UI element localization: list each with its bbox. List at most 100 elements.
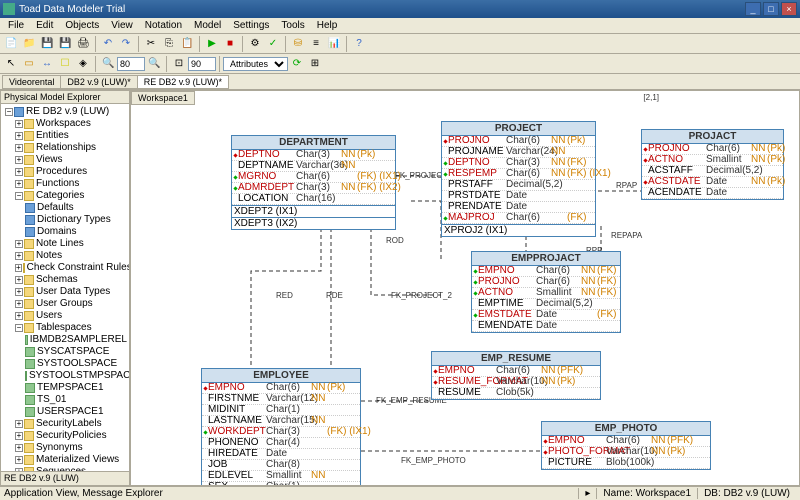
pointer-icon[interactable]: ↖ <box>4 57 18 71</box>
model-tabs: VideorentalDB2 v.9 (LUW)*RE DB2 v.9 (LUW… <box>0 74 800 90</box>
tree-item[interactable]: USERSPACE1 <box>3 406 127 418</box>
rel-rde: RDE <box>326 291 343 300</box>
tree-root[interactable]: −RE DB2 v.9 (LUW) <box>3 106 127 118</box>
maximize-button[interactable]: □ <box>763 2 779 16</box>
display-combo[interactable]: Attributes <box>223 57 288 71</box>
menu-notation[interactable]: Notation <box>139 19 188 32</box>
status-db: DB: DB2 v.9 (LUW) <box>697 488 796 499</box>
entity-emp-photo[interactable]: EMP_PHOTOEMPNOChar(6)NN(PFK)PHOTO_FORMAT… <box>541 421 711 470</box>
titlebar: Toad Data Modeler Trial _ □ × <box>0 0 800 18</box>
save-icon[interactable]: 💾 <box>40 37 54 51</box>
tree-item[interactable]: +Procedures <box>3 166 127 178</box>
tree-item[interactable]: Domains <box>3 226 127 238</box>
tree-item[interactable]: +SecurityPolicies <box>3 430 127 442</box>
tree-item[interactable]: +Entities <box>3 130 127 142</box>
tree-item[interactable]: +Functions <box>3 178 127 190</box>
saveall-icon[interactable]: 💾 <box>58 37 72 51</box>
status-left: Application View, Message Explorer <box>4 488 163 499</box>
paste-icon[interactable]: 📋 <box>180 37 194 51</box>
tree-body[interactable]: −RE DB2 v.9 (LUW)+Workspaces+Entities+Re… <box>1 104 129 471</box>
tree-panel: Physical Model Explorer −RE DB2 v.9 (LUW… <box>0 90 130 486</box>
rel-red: RED <box>276 291 293 300</box>
entity-project[interactable]: PROJECTPROJNOChar(6)NN(Pk)PROJNAMEVarcha… <box>441 121 596 237</box>
print-icon[interactable]: 🖨 <box>76 37 90 51</box>
tree-item[interactable]: IBMDB2SAMPLEREL <box>3 334 127 346</box>
view-icon[interactable]: ◈ <box>76 57 90 71</box>
zoomin-icon[interactable]: 🔍 <box>147 57 161 71</box>
expand-icon[interactable]: ⊞ <box>308 57 322 71</box>
model-tab[interactable]: Videorental <box>2 75 61 89</box>
entity-column: PICTUREBlob(100k) <box>542 458 710 469</box>
entity-department[interactable]: DEPARTMENTDEPTNOChar(3)NN(Pk)DEPTNAMEVar… <box>231 135 396 230</box>
menu-tools[interactable]: Tools <box>275 19 310 32</box>
menu-help[interactable]: Help <box>311 19 344 32</box>
zoomout-icon[interactable]: 🔍 <box>101 57 115 71</box>
menu-edit[interactable]: Edit <box>30 19 59 32</box>
check-icon[interactable]: ✓ <box>266 37 280 51</box>
entity-projact[interactable]: PROJACTPROJNOChar(6)NN(Pk)ACTNOSmallintN… <box>641 129 784 200</box>
tree-item[interactable]: +Check Constraint Rules <box>3 262 127 274</box>
script-icon[interactable]: ≡ <box>309 37 323 51</box>
tree-item[interactable]: TS_01 <box>3 394 127 406</box>
tree-item[interactable]: +Schemas <box>3 274 127 286</box>
note-icon[interactable]: ☐ <box>58 57 72 71</box>
tree-item[interactable]: +Synonyms <box>3 442 127 454</box>
tree-item[interactable]: Defaults <box>3 202 127 214</box>
tree-item[interactable]: +Relationships <box>3 142 127 154</box>
report-icon[interactable]: 📊 <box>327 37 341 51</box>
tree-item[interactable]: SYSTOOLSPACE <box>3 358 127 370</box>
tree-item[interactable]: +User Data Types <box>3 286 127 298</box>
gear-icon[interactable]: ⚙ <box>248 37 262 51</box>
tree-item[interactable]: SYSTOOLSTMPSPACE <box>3 370 127 382</box>
tree-item[interactable]: +SecurityLabels <box>3 418 127 430</box>
tree-bottom-tab[interactable]: RE DB2 v.9 (LUW) <box>1 471 129 485</box>
db-icon[interactable]: ⛁ <box>291 37 305 51</box>
tree-item[interactable]: +User Groups <box>3 298 127 310</box>
close-button[interactable]: × <box>781 2 797 16</box>
entity-column: ACENDATEDate <box>642 188 783 199</box>
tree-item[interactable]: +Notes <box>3 250 127 262</box>
menu-view[interactable]: View <box>105 19 139 32</box>
fit-icon[interactable]: ⊡ <box>172 57 186 71</box>
tree-item[interactable]: +Workspaces <box>3 118 127 130</box>
workspace-tab[interactable]: Workspace1 <box>131 91 195 105</box>
redo-icon[interactable]: ↷ <box>119 37 133 51</box>
tree-item[interactable]: +Note Lines <box>3 238 127 250</box>
model-tab[interactable]: RE DB2 v.9 (LUW)* <box>137 75 229 89</box>
tree-item[interactable]: SYSCATSPACE <box>3 346 127 358</box>
entity-empprojact[interactable]: EMPPROJACTEMPNOChar(6)NN(FK)PROJNOChar(6… <box>471 251 621 333</box>
entity-icon[interactable]: ▭ <box>22 57 36 71</box>
tree-item[interactable]: TEMPSPACE1 <box>3 382 127 394</box>
stop-icon[interactable]: ■ <box>223 37 237 51</box>
toolbar-1: 📄 📁 💾 💾 🖨 ↶ ↷ ✂ ⎘ 📋 ▶ ■ ⚙ ✓ ⛁ ≡ 📊 ? <box>0 34 800 54</box>
run-icon[interactable]: ▶ <box>205 37 219 51</box>
menu-model[interactable]: Model <box>188 19 227 32</box>
undo-icon[interactable]: ↶ <box>101 37 115 51</box>
relation-icon[interactable]: ↔ <box>40 57 54 71</box>
tree-item[interactable]: +Users <box>3 310 127 322</box>
tree-item[interactable]: Dictionary Types <box>3 214 127 226</box>
entity-emp-resume[interactable]: EMP_RESUMEEMPNOChar(6)NN(PFK)RESUME_FORM… <box>431 351 601 400</box>
copy-icon[interactable]: ⎘ <box>162 37 176 51</box>
refresh-icon[interactable]: ⟳ <box>290 57 304 71</box>
diagram-canvas[interactable]: Workspace1 [2,1] ROD RED RDE FK_PROJECT_… <box>130 90 800 486</box>
tree-item[interactable]: −Tablespaces <box>3 322 127 334</box>
open-icon[interactable]: 📁 <box>22 37 36 51</box>
minimize-button[interactable]: _ <box>745 2 761 16</box>
entity-header: EMPLOYEE <box>202 369 360 383</box>
zoom-input-2[interactable] <box>188 57 216 71</box>
menu-settings[interactable]: Settings <box>227 19 275 32</box>
entity-column: EMENDATEDate <box>472 321 620 332</box>
entity-employee[interactable]: EMPLOYEEEMPNOChar(6)NN(Pk)FIRSTNMEVarcha… <box>201 368 361 486</box>
new-icon[interactable]: 📄 <box>4 37 18 51</box>
entity-header: DEPARTMENT <box>232 136 395 150</box>
help-icon[interactable]: ? <box>352 37 366 51</box>
tree-item[interactable]: +Materialized Views <box>3 454 127 466</box>
menu-file[interactable]: File <box>2 19 30 32</box>
tree-item[interactable]: +Views <box>3 154 127 166</box>
tree-item[interactable]: −Categories <box>3 190 127 202</box>
cut-icon[interactable]: ✂ <box>144 37 158 51</box>
menu-objects[interactable]: Objects <box>59 19 105 32</box>
zoom-input-1[interactable] <box>117 57 145 71</box>
model-tab[interactable]: DB2 v.9 (LUW)* <box>60 75 137 89</box>
